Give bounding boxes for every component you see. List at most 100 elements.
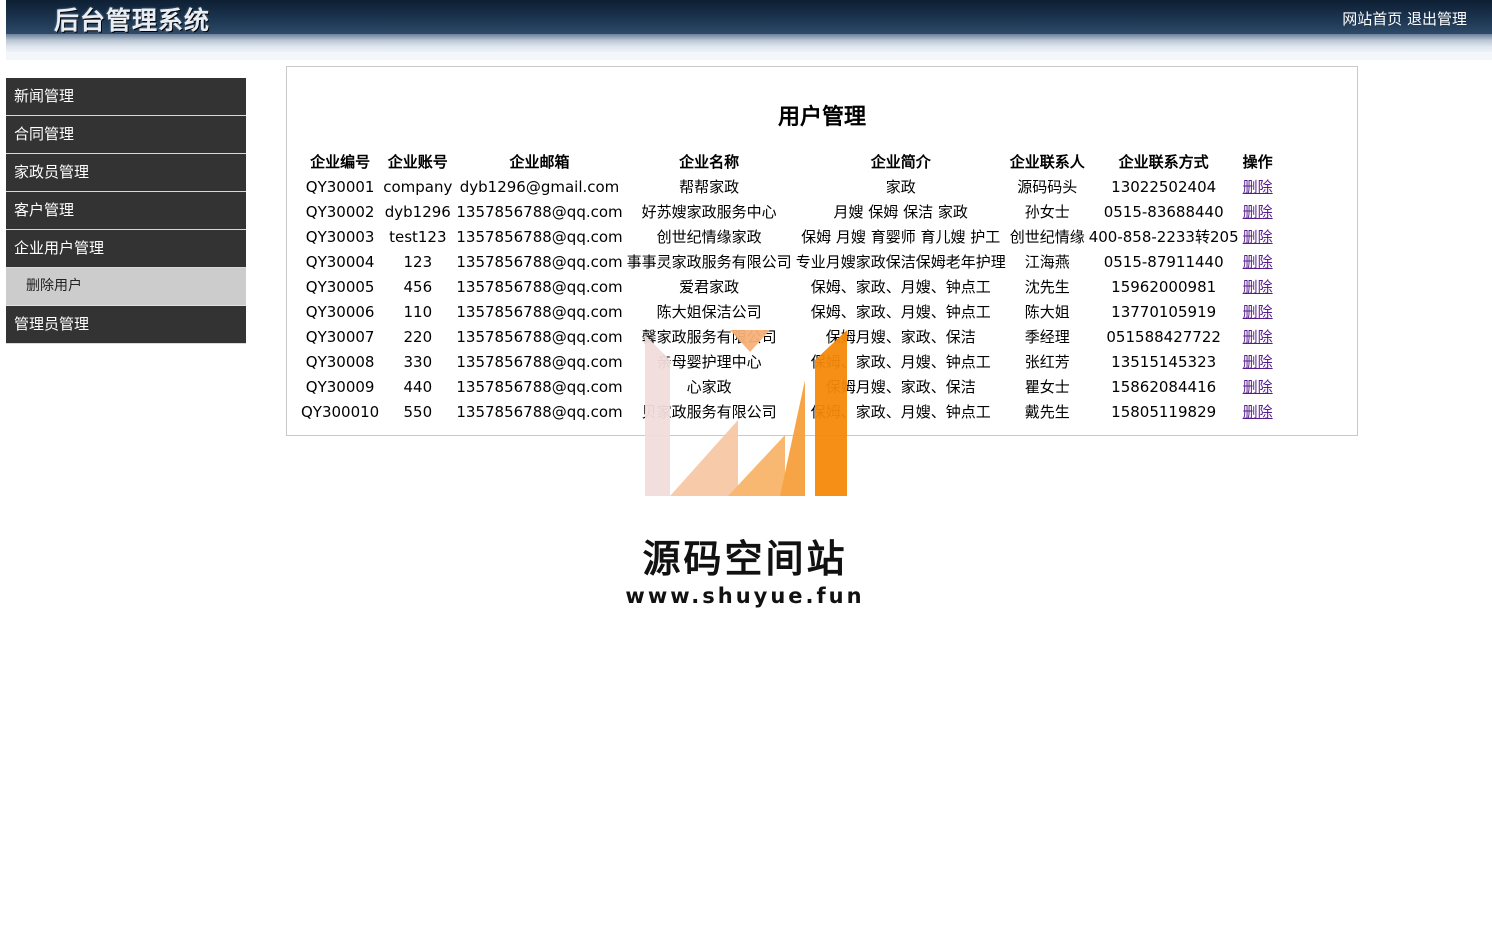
table-cell: 创世纪情缘家政 — [656, 228, 762, 246]
delete-link[interactable]: 删除 — [1243, 303, 1273, 321]
table-cell: 0515-83688440 — [1103, 202, 1224, 221]
action-cell: 删除 — [1241, 374, 1275, 399]
sidebar-item-contracts[interactable]: 合同管理 — [6, 116, 246, 154]
table-cell: 亲母婴护理中心 — [656, 353, 762, 371]
table-cell: 创世纪情缘 — [1009, 228, 1085, 246]
table-row: QY30004 123 1357856788@qq.com 事事灵家政服务有限公司 专业… — [299, 249, 1275, 274]
table-cell: 瞿女士 — [1024, 378, 1070, 396]
delete-link[interactable]: 删除 — [1243, 378, 1273, 396]
table-row: QY30001 company dyb1296@gmail.com 帮帮家政 家政 源码码… — [299, 174, 1275, 199]
delete-link[interactable]: 删除 — [1243, 328, 1273, 346]
delete-link[interactable]: 删除 — [1243, 228, 1273, 246]
table-row: QY300010 550 1357856788@qq.com 贝家政服务有限公司 保姆、… — [299, 399, 1275, 424]
delete-link[interactable]: 删除 — [1243, 278, 1273, 296]
sidebar-item-enterprise-users[interactable]: 企业用户管理 — [6, 230, 246, 268]
table-cell: 0515-87911440 — [1103, 252, 1224, 271]
table-cell: 110 — [403, 302, 433, 321]
table-cell: 051588427722 — [1106, 327, 1221, 346]
table-cell: 保姆 月嫂 育婴师 育儿嫂 护工 — [801, 228, 1001, 246]
table-cell: 440 — [403, 377, 433, 396]
table-cell: 保姆、家政、月嫂、钟点工 — [810, 278, 991, 296]
table-cell: 馨家政服务有限公司 — [641, 328, 777, 346]
table-row: QY30002 dyb1296 1357856788@qq.com 好苏嫂家政服务中心… — [299, 199, 1275, 224]
table-cell: 保姆月嫂、家政、保洁 — [825, 328, 976, 346]
watermark-url: www.shuyue.fun — [625, 584, 865, 608]
table-cell: 心家政 — [686, 378, 732, 396]
table-cell: 550 — [403, 402, 433, 421]
sidebar-item-admins[interactable]: 管理员管理 — [6, 306, 246, 344]
action-cell: 删除 — [1241, 174, 1275, 199]
table-cell: 沈先生 — [1024, 278, 1070, 296]
table-cell: 400-858-2233转205 — [1088, 228, 1239, 246]
header-band — [6, 34, 1492, 52]
sidebar-item-customers[interactable]: 客户管理 — [6, 192, 246, 230]
sidebar-item-news[interactable]: 新闻管理 — [6, 78, 246, 116]
table-cell: 1357856788@qq.com — [456, 202, 623, 221]
table-cell: 爱君家政 — [679, 278, 740, 296]
watermark-title: 源码空间站 — [642, 537, 848, 581]
table-cell: QY30007 — [305, 327, 375, 346]
table-cell: 保姆、家政、月嫂、钟点工 — [810, 353, 991, 371]
table-cell: 1357856788@qq.com — [456, 352, 623, 371]
table-cell: 贝家政服务有限公司 — [641, 403, 777, 421]
top-links: 网站首页 退出管理 — [1342, 8, 1467, 29]
table-cell: 事事灵家政服务有限公司 — [626, 253, 792, 271]
action-cell: 删除 — [1241, 349, 1275, 374]
table-cell: 1357856788@qq.com — [456, 327, 623, 346]
action-cell: 删除 — [1241, 224, 1275, 249]
table-cell: 源码码头 — [1017, 178, 1078, 196]
table-cell: 13515145323 — [1111, 352, 1217, 371]
page-title: 用户管理 — [777, 105, 866, 130]
column-header: 企业邮箱 — [509, 153, 570, 171]
logout-link[interactable]: 退出管理 — [1407, 10, 1467, 28]
action-cell: 删除 — [1241, 274, 1275, 299]
table-cell: 1357856788@qq.com — [456, 277, 623, 296]
table-cell: 123 — [403, 252, 433, 271]
table-cell: 330 — [403, 352, 433, 371]
table-cell: 1357856788@qq.com — [456, 302, 623, 321]
app-title: 后台管理系统 — [54, 6, 211, 35]
table-cell: 家政 — [885, 178, 916, 196]
delete-link[interactable]: 删除 — [1243, 253, 1273, 271]
table-cell: 孙女士 — [1024, 203, 1070, 221]
table-cell: dyb1296 — [384, 202, 451, 221]
site-home-link[interactable]: 网站首页 — [1342, 10, 1402, 28]
column-header: 企业名称 — [679, 153, 740, 171]
table-cell: 15962000981 — [1111, 277, 1217, 296]
table-cell: QY30001 — [305, 177, 375, 196]
table-cell: 月嫂 保姆 保洁 家政 — [833, 203, 968, 221]
column-header: 企业编号 — [310, 153, 371, 171]
table-cell: 帮帮家政 — [679, 178, 740, 196]
table-cell: 保姆、家政、月嫂、钟点工 — [810, 303, 991, 321]
delete-link[interactable]: 删除 — [1243, 403, 1273, 421]
delete-link[interactable]: 删除 — [1243, 353, 1273, 371]
sidebar-subitem-delete-user[interactable]: 删除用户 — [6, 268, 246, 306]
action-cell: 删除 — [1241, 249, 1275, 274]
table-cell: QY30008 — [305, 352, 375, 371]
table-cell: QY300010 — [301, 402, 380, 421]
table-cell: 张红芳 — [1024, 353, 1070, 371]
table-cell: 15805119829 — [1111, 402, 1217, 421]
table-cell: QY30002 — [305, 202, 375, 221]
table-cell: 15862084416 — [1111, 377, 1217, 396]
table-cell: 保姆月嫂、家政、保洁 — [825, 378, 976, 396]
table-cell: 456 — [403, 277, 433, 296]
table-cell: 1357856788@qq.com — [456, 252, 623, 271]
table-cell: 1357856788@qq.com — [456, 402, 623, 421]
sidebar-item-housekeepers[interactable]: 家政员管理 — [6, 154, 246, 192]
delete-link[interactable]: 删除 — [1243, 178, 1273, 196]
action-cell: 删除 — [1241, 324, 1275, 349]
header-band-light — [6, 52, 1492, 60]
table-cell: 220 — [403, 327, 433, 346]
table-cell: QY30004 — [305, 252, 375, 271]
table-cell: 陈大姐保洁公司 — [656, 303, 762, 321]
table-cell: test123 — [389, 227, 447, 246]
table-cell: QY30003 — [305, 227, 375, 246]
delete-link[interactable]: 删除 — [1243, 203, 1273, 221]
action-cell: 删除 — [1241, 399, 1275, 424]
table-cell: 陈大姐 — [1024, 303, 1070, 321]
table-header-row: 企业编号 企业账号 企业邮箱 企业名称 企业简介 企业联系人 企业联系方式 操作 — [299, 149, 1275, 174]
sidebar-menu: 新闻管理 合同管理 家政员管理 客户管理 企业用户管理 删除用户 管理员管理 — [6, 78, 246, 344]
table-cell: 1357856788@qq.com — [456, 227, 623, 246]
action-cell: 删除 — [1241, 199, 1275, 224]
